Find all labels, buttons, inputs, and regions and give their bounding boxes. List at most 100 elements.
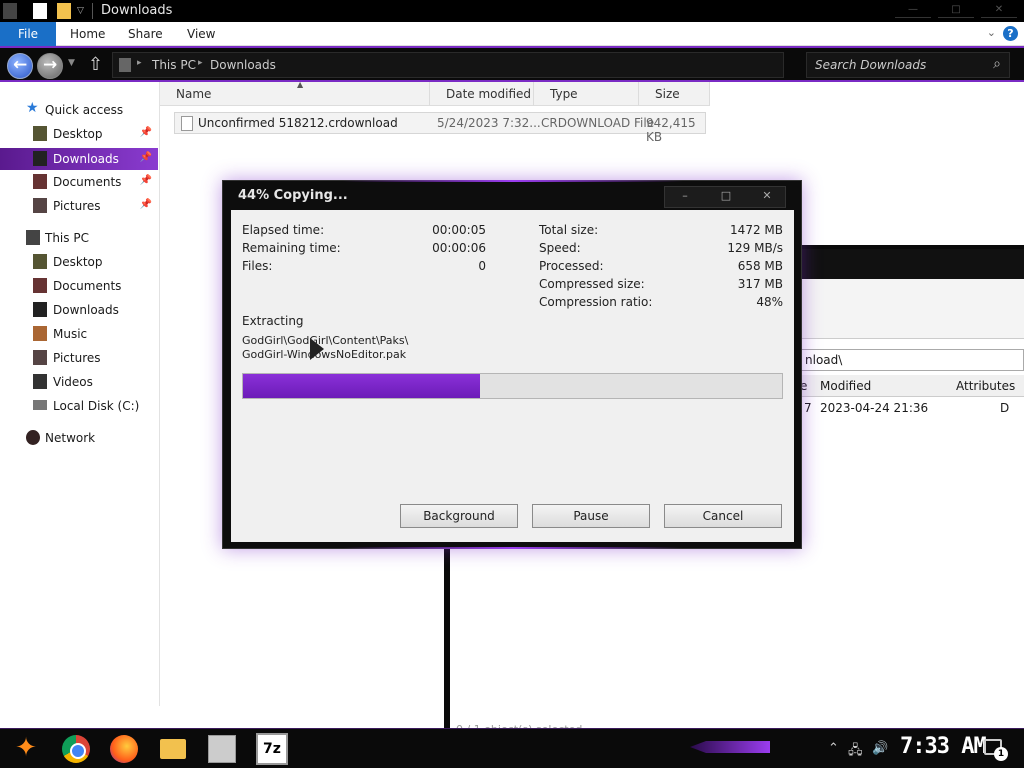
network-status-icon[interactable]: 🖧 — [848, 741, 863, 763]
back-button[interactable]: ← — [7, 53, 33, 79]
show-hidden-icons-icon[interactable]: ⌃ — [828, 741, 839, 756]
image-viewer-icon[interactable] — [208, 735, 236, 763]
new-folder-icon[interactable] — [57, 3, 71, 19]
app-icon[interactable] — [3, 3, 17, 19]
sidebar-item-pictures[interactable]: Pictures 📌 — [0, 195, 158, 217]
sidebar-item-desktop[interactable]: Desktop 📌 — [0, 123, 158, 145]
sidebar-item-videos[interactable]: Videos — [0, 371, 158, 393]
sidebar-item-downloads[interactable]: Downloads 📌 — [0, 148, 158, 170]
sidebar-item-local-disk[interactable]: Local Disk (C:) — [0, 395, 158, 417]
sidebar-item-pc-desktop[interactable]: Desktop — [0, 251, 158, 273]
progress-bar — [242, 373, 783, 399]
pin-icon[interactable]: 📌 — [140, 199, 152, 210]
start-button[interactable]: ✦ — [10, 733, 42, 765]
file-explorer-icon[interactable] — [160, 739, 186, 759]
column-type[interactable]: Type — [534, 82, 639, 106]
firefox-icon[interactable] — [110, 735, 138, 763]
bg-path-field[interactable]: nload\ — [800, 349, 1024, 371]
sidebar-item-pc-documents[interactable]: Documents — [0, 275, 158, 297]
breadcrumb-this-pc[interactable]: This PC — [152, 58, 196, 72]
7zip-icon[interactable]: 7z — [256, 733, 288, 765]
file-icon — [181, 116, 193, 131]
cancel-button[interactable]: Cancel — [664, 504, 782, 528]
sidebar-item-label: Quick access — [45, 103, 124, 117]
sidebar-item-quick-access[interactable]: ★ Quick access — [0, 99, 158, 121]
chevron-right-icon[interactable]: ▸ — [137, 58, 142, 68]
help-icon[interactable]: ? — [1003, 26, 1018, 41]
search-placeholder: Search Downloads — [815, 58, 927, 72]
file-row[interactable]: Unconfirmed 518212.crdownload 5/24/2023 … — [174, 112, 706, 144]
tab-view[interactable]: View — [187, 22, 215, 46]
sidebar-item-music[interactable]: Music — [0, 323, 158, 345]
mouse-cursor-icon — [310, 338, 324, 360]
pin-icon[interactable]: 📌 — [140, 127, 152, 138]
sidebar-item-label: Desktop — [53, 255, 103, 269]
search-box[interactable]: Search Downloads ⌕ — [806, 52, 1010, 78]
forward-button[interactable]: → — [37, 53, 63, 79]
disk-icon — [33, 400, 47, 410]
pin-icon[interactable]: 📌 — [140, 175, 152, 186]
tab-home[interactable]: Home — [70, 22, 105, 46]
downloads-icon — [33, 302, 47, 317]
stat-label: Total size: — [539, 223, 599, 237]
sidebar-item-this-pc[interactable]: This PC — [0, 227, 158, 249]
sidebar-item-documents[interactable]: Documents 📌 — [0, 171, 158, 193]
taskbar-decoration — [690, 741, 770, 753]
bg-list-row[interactable]: 7 2023-04-24 21:36 D — [800, 399, 1024, 417]
ribbon-expand-icon[interactable]: ⌄ — [987, 26, 996, 39]
sidebar-item-pc-downloads[interactable]: Downloads — [0, 299, 158, 321]
recent-locations-icon[interactable]: ▼ — [68, 58, 75, 68]
extract-path: GodGirl\GodGirl\Content\Paks\ GodGirl-Wi… — [242, 334, 408, 362]
minimize-button[interactable]: — — [895, 4, 931, 18]
stat-value: 0 — [478, 259, 486, 273]
tab-share[interactable]: Share — [128, 22, 163, 46]
breadcrumb-downloads[interactable]: Downloads — [210, 58, 276, 72]
close-button[interactable]: ✕ — [981, 4, 1017, 18]
stat-label: Elapsed time: — [242, 223, 325, 237]
star-icon: ★ — [26, 100, 39, 116]
pin-icon[interactable]: 📌 — [140, 152, 152, 163]
up-button[interactable]: ⇧ — [88, 54, 103, 75]
dialog-minimize-button[interactable]: – — [665, 189, 705, 207]
sidebar-item-label: Network — [45, 431, 96, 445]
tab-file[interactable]: File — [0, 22, 56, 46]
maximize-button[interactable]: □ — [938, 4, 974, 18]
notification-badge: 1 — [994, 747, 1008, 761]
quick-access-dropdown-icon[interactable]: ▽ — [77, 6, 91, 22]
title-separator — [92, 3, 93, 19]
stat-label: Processed: — [539, 259, 604, 273]
address-bar[interactable]: ▸ This PC ▸ Downloads — [112, 52, 784, 78]
documents-icon — [33, 174, 47, 189]
bg-column-modified[interactable]: Modified — [820, 379, 871, 393]
extract-path-line-1: GodGirl\GodGirl\Content\Paks\ — [242, 334, 409, 347]
column-name[interactable]: Name — [160, 82, 430, 106]
sidebar-item-network[interactable]: Network — [0, 427, 158, 449]
sidebar-item-label: Documents — [53, 175, 122, 189]
sidebar-item-label: Music — [53, 327, 88, 341]
taskbar: ✦ 7z ⌃ 🖧 🔊 7:33 AM 1 — [0, 728, 1024, 768]
dialog-close-button[interactable]: ✕ — [747, 189, 787, 207]
network-icon — [26, 430, 40, 445]
search-icon[interactable]: ⌕ — [993, 56, 1001, 72]
properties-icon[interactable] — [33, 3, 47, 19]
column-date-modified[interactable]: Date modified — [430, 82, 534, 106]
dialog-maximize-button[interactable]: □ — [706, 189, 746, 207]
volume-icon[interactable]: 🔊 — [872, 741, 888, 756]
background-button[interactable]: Background — [400, 504, 518, 528]
desktop-icon — [33, 254, 47, 269]
system-clock[interactable]: 7:33 AM — [900, 734, 987, 759]
sidebar-item-label: Documents — [53, 279, 122, 293]
stat-value: 00:00:05 — [432, 223, 486, 237]
chevron-right-icon[interactable]: ▸ — [198, 58, 203, 68]
column-size[interactable]: Size — [639, 82, 710, 106]
navigation-bar: ← → ▼ ⇧ ▸ This PC ▸ Downloads Search Dow… — [0, 46, 1024, 82]
stat-value: 317 MB — [737, 277, 783, 291]
stat-label: Files: — [242, 259, 273, 273]
bg-column-attributes[interactable]: Attributes — [956, 379, 1015, 393]
pictures-icon — [33, 350, 47, 365]
chrome-icon[interactable] — [62, 735, 90, 763]
sidebar-item-pc-pictures[interactable]: Pictures — [0, 347, 158, 369]
copy-progress-dialog[interactable]: 44% Copying... – □ ✕ Elapsed time: 00:00… — [222, 180, 802, 549]
pause-button[interactable]: Pause — [532, 504, 650, 528]
music-icon — [33, 326, 47, 341]
